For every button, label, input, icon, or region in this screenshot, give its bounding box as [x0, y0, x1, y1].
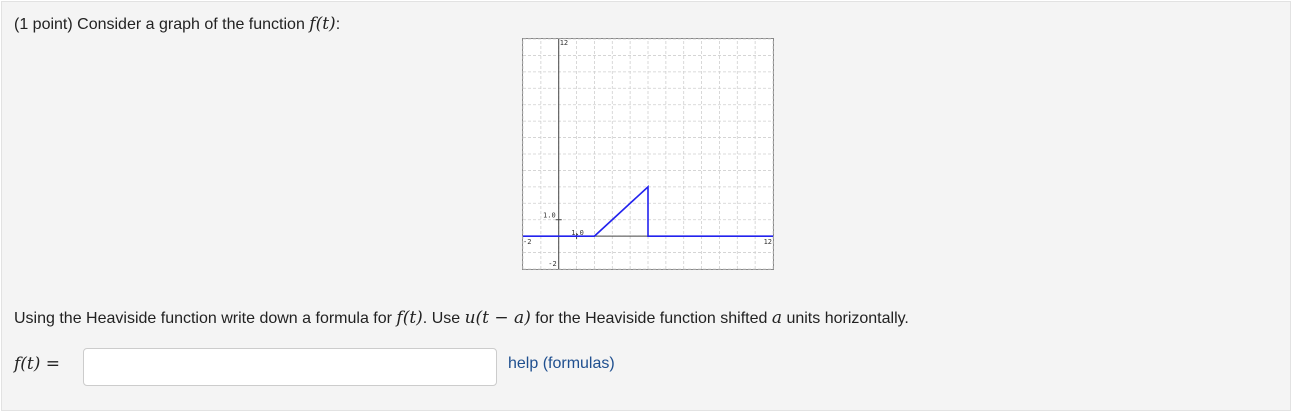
x-tick-label-right: 12 — [764, 238, 772, 246]
instructions-text-4: units horizontally. — [782, 310, 909, 327]
shift-variable: a — [771, 308, 782, 328]
function-symbol: f(t) — [309, 14, 336, 34]
y-tick-label-one: 1.0 — [543, 212, 556, 220]
question-prompt: (1 point) Consider a graph of the functi… — [14, 14, 340, 34]
answer-input[interactable] — [83, 348, 497, 386]
instructions-text-2: . Use — [422, 310, 465, 327]
y-tick-label-bottom: -2 — [548, 260, 556, 268]
instructions: Using the Heaviside function write down … — [14, 308, 909, 328]
function-graph: 121.01.0-2 12-2 — [522, 38, 774, 270]
heaviside-notation: u(t − a) — [464, 308, 531, 328]
question-text: (1 point) Consider a graph of the functi… — [14, 16, 310, 33]
y-tick-label-top: 12 — [560, 39, 568, 47]
problem-panel: (1 point) Consider a graph of the functi… — [1, 1, 1291, 411]
question-colon: : — [335, 16, 341, 33]
instructions-text-1: Using the Heaviside function write down … — [14, 310, 397, 327]
instructions-text-3: for the Heaviside function shifted — [530, 310, 772, 327]
answer-label: f(t) = — [14, 354, 61, 374]
x-tick-label-left: -2 — [523, 238, 531, 246]
help-formulas-link[interactable]: help (formulas) — [508, 355, 615, 373]
instructions-function: f(t) — [396, 308, 423, 328]
